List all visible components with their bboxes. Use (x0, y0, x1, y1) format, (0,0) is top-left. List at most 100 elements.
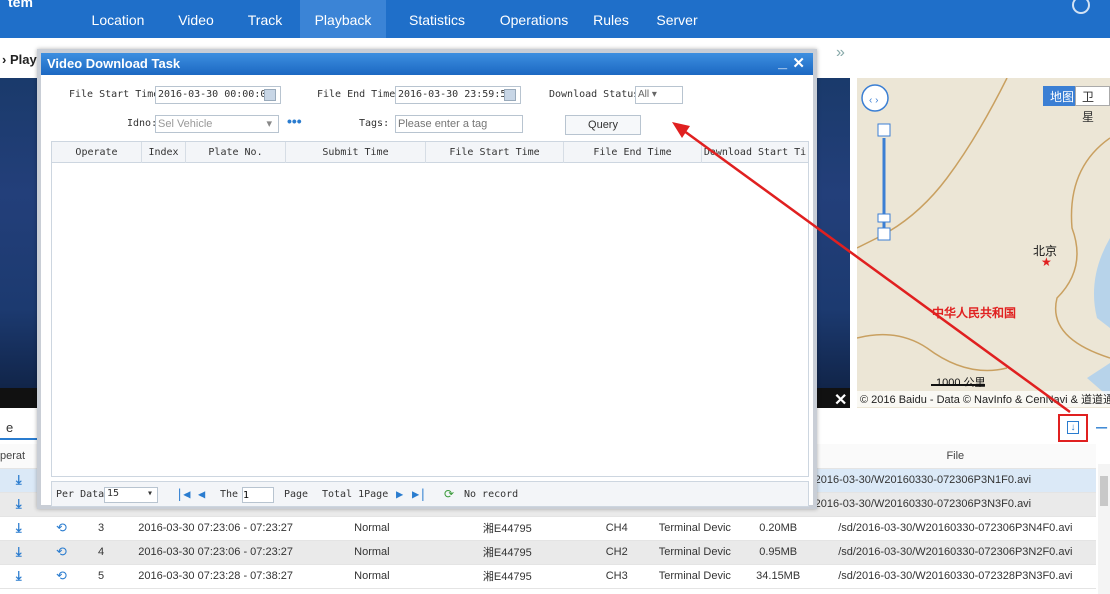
file-end-value: 2016-03-30 23:59:59 (398, 89, 513, 100)
the-label: The (220, 489, 239, 500)
nav-operations[interactable]: Operations (486, 0, 582, 38)
download-icon[interactable]: ⤓ (16, 544, 22, 559)
row-plate: 湘E44795 (429, 516, 586, 541)
dialog-title: Video Download Task (47, 56, 181, 71)
nav-location[interactable]: Location (78, 0, 158, 38)
download-icon[interactable]: ⤓ (16, 496, 22, 511)
per-data-select[interactable]: 15 ▾ (104, 487, 158, 503)
idno-select[interactable]: Sel Vehicle ▾ (155, 115, 279, 133)
file-end-input[interactable]: 2016-03-30 23:59:59 (395, 86, 521, 104)
prev-page-icon[interactable]: ◀ (198, 487, 205, 501)
calendar-icon[interactable] (504, 89, 516, 101)
table-row[interactable]: ⤓ ⟲ 4 2016-03-30 07:23:06 - 07:23:27 Nor… (0, 540, 1096, 565)
calendar-icon[interactable] (264, 89, 276, 101)
chevron-down-icon: ▾ (651, 89, 657, 100)
minimize-icon[interactable]: _ (778, 52, 787, 74)
col-operate: perat (0, 444, 38, 469)
user-icon[interactable] (1072, 0, 1090, 14)
row-type: Normal (314, 516, 430, 541)
record-status: No record (464, 489, 519, 500)
nav-video[interactable]: Video (164, 0, 228, 38)
scrollbar-thumb[interactable] (1100, 476, 1108, 506)
dialog-title-bar[interactable]: Video Download Task _ ✕ (41, 53, 813, 75)
pagination-bar: Per Data 15 ▾ |◀ ◀ The Page Total 1Page … (51, 481, 809, 507)
row-time: 2016-03-30 07:23:06 - 07:23:27 (116, 516, 315, 541)
download-icon[interactable]: ⤓ (16, 472, 22, 487)
row-plate: 湘E44795 (429, 564, 586, 589)
collapse-panel-icon[interactable]: » (836, 44, 845, 62)
page-number-input[interactable] (242, 487, 274, 503)
nav-playback[interactable]: Playback (300, 0, 386, 38)
more-icon[interactable]: ••• (287, 113, 302, 129)
minimize-icon[interactable]: – (1096, 416, 1107, 439)
next-page-icon[interactable]: ▶ (396, 487, 403, 501)
row-time: 2016-03-30 07:23:06 - 07:23:27 (116, 540, 315, 565)
grid-header: Operate Index Plate No. Submit Time File… (52, 142, 808, 163)
map-type-satellite-button[interactable]: 卫星 (1075, 86, 1110, 124)
row-source: Terminal Devic (647, 516, 742, 541)
map-label-beijing: 北京 (1033, 244, 1058, 258)
col-file: File (814, 444, 1096, 469)
chevron-down-icon: ▾ (266, 118, 272, 130)
replay-icon[interactable]: ⟲ (56, 544, 67, 559)
table-row[interactable]: ⤓ ⟲ 5 2016-03-30 07:23:28 - 07:38:27 Nor… (0, 564, 1096, 589)
video-download-task-dialog: Video Download Task _ ✕ File Start Time:… (37, 49, 817, 509)
close-icon[interactable]: ✕ (792, 53, 805, 75)
vertical-scrollbar[interactable] (1098, 464, 1110, 594)
chevron-down-icon: ▾ (146, 488, 153, 499)
download-task-button[interactable]: ↓ (1058, 414, 1088, 442)
idno-label: Idno: (127, 118, 158, 129)
download-icon: ↓ (1067, 421, 1079, 434)
per-data-label: Per Data (56, 489, 105, 500)
brand-title: tem (8, 0, 33, 10)
row-channel: CH3 (585, 564, 648, 589)
nav-server[interactable]: Server (642, 0, 712, 38)
table-row[interactable]: ⤓ ⟲ 3 2016-03-30 07:23:06 - 07:23:27 Nor… (0, 516, 1096, 541)
col-plate[interactable]: Plate No. (186, 142, 286, 163)
file-path: 2016-03-30/W20160330-072306P3N3F0.avi (814, 492, 1096, 517)
first-page-icon[interactable]: |◀ (176, 487, 190, 501)
idno-placeholder: Sel Vehicle (158, 118, 213, 130)
file-start-input[interactable]: 2016-03-30 00:00:00 (155, 86, 281, 104)
per-data-value: 15 (107, 488, 120, 499)
tags-input[interactable] (395, 115, 523, 133)
col-index[interactable]: Index (142, 142, 186, 163)
download-status-select[interactable]: All ▾ (635, 86, 683, 104)
last-page-icon[interactable]: ▶| (412, 487, 426, 501)
download-status-value: All (638, 89, 650, 100)
map-scale: 1000 公里 (936, 377, 986, 389)
row-size: 0.20MB (741, 516, 815, 541)
col-operate[interactable]: Operate (52, 142, 142, 163)
download-icon[interactable]: ⤓ (16, 520, 22, 535)
total-pages: Total 1Page (322, 489, 389, 500)
file-path: /sd/2016-03-30/W20160330-072306P3N4F0.av… (814, 516, 1096, 541)
tags-label: Tags: (359, 118, 390, 129)
replay-icon[interactable]: ⟲ (56, 568, 67, 583)
col-download-start[interactable]: Download Start Ti (702, 142, 808, 163)
row-index: 3 (85, 516, 117, 541)
map-copyright: © 2016 Baidu - Data © NavInfo & CenNavi … (857, 391, 1110, 407)
file-start-value: 2016-03-30 00:00:00 (158, 89, 273, 100)
task-grid: Operate Index Plate No. Submit Time File… (51, 141, 809, 477)
nav-track[interactable]: Track (234, 0, 296, 38)
nav-statistics[interactable]: Statistics (392, 0, 482, 38)
col-submit-time[interactable]: Submit Time (286, 142, 426, 163)
replay-icon[interactable]: ⟲ (56, 520, 67, 535)
nav-rules[interactable]: Rules (586, 0, 636, 38)
query-button[interactable]: Query (565, 115, 641, 135)
row-channel: CH4 (585, 516, 648, 541)
row-type: Normal (314, 540, 430, 565)
map-view[interactable]: ‹ › ★ 地图 卫星 北京 中华人民共和国 1000 公里 © 2016 Ba… (857, 78, 1110, 408)
row-size: 34.15MB (741, 564, 815, 589)
file-path: 2016-03-30/W20160330-072306P3N1F0.avi (814, 468, 1096, 493)
refresh-icon[interactable]: ⟳ (444, 487, 454, 501)
lower-panel-tab[interactable]: e (0, 416, 40, 440)
col-file-end[interactable]: File End Time (564, 142, 702, 163)
map-canvas: ‹ › ★ (857, 78, 1110, 398)
download-icon[interactable]: ⤓ (16, 568, 22, 583)
download-status-label: Download Status: (549, 89, 646, 100)
svg-text:‹ ›: ‹ › (869, 95, 878, 106)
video-close-icon[interactable]: ✕ (834, 390, 847, 410)
file-path: /sd/2016-03-30/W20160330-072306P3N2F0.av… (814, 540, 1096, 565)
col-file-start[interactable]: File Start Time (426, 142, 564, 163)
